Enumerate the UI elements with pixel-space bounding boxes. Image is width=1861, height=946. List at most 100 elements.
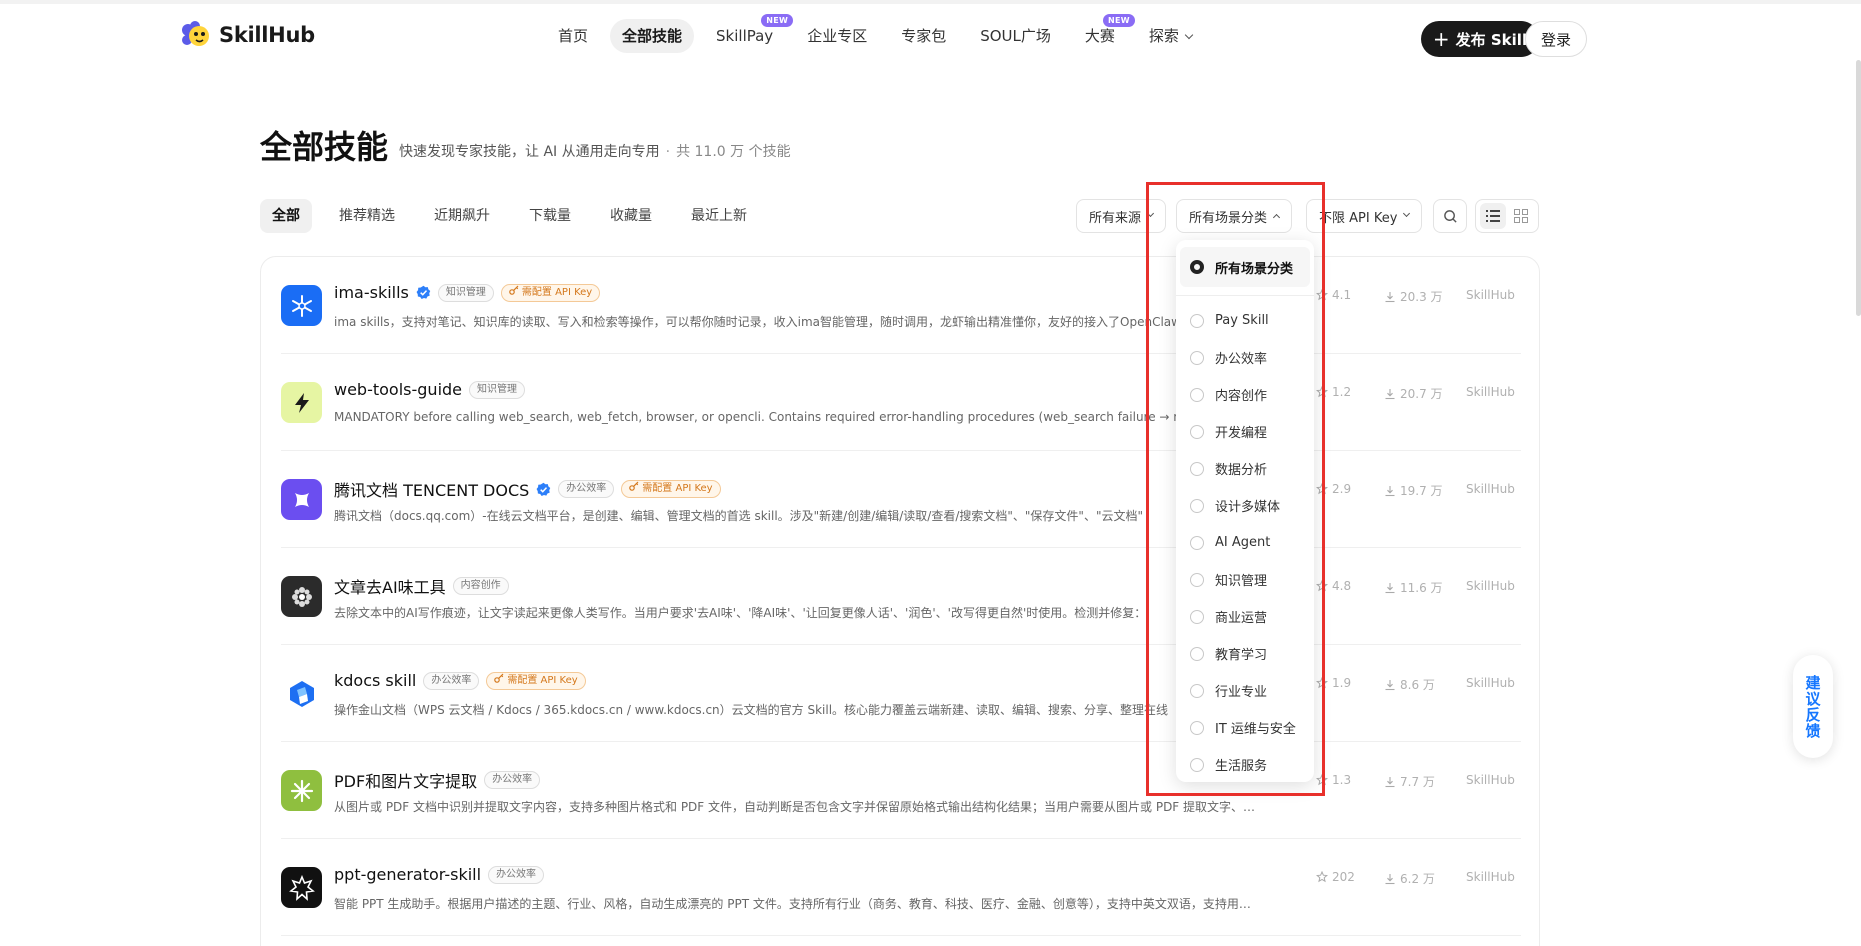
skill-name[interactable]: web-tools-guide [334, 380, 462, 399]
page-subtitle: 快速发现专家技能，让 AI 从通用走向专用 · 共 11.0 万 个技能 [399, 141, 791, 161]
download-icon [1385, 873, 1395, 884]
skill-row[interactable]: kdocs skill 办公效率 需配置 API Key 操作金山文档（WPS 云文档… [281, 645, 1521, 742]
grid-view-icon [1514, 209, 1528, 223]
category-tag: 办公效率 [488, 865, 545, 884]
flower-icon [281, 576, 322, 617]
api-key-tag: 需配置 API Key [486, 671, 586, 690]
skill-row[interactable]: ima-skills 知识管理 需配置 API Key ima skills，支持对笔… [281, 257, 1521, 354]
skill-name[interactable]: PDF和图片文字提取 [334, 768, 477, 792]
api-key-tag-label: 需配置 API Key [507, 674, 578, 686]
feedback-button[interactable]: 建议反馈 [1793, 655, 1833, 758]
download-count: 19.7 万 [1384, 482, 1443, 499]
nav-item-label: 探索 [1148, 27, 1179, 45]
brand-logo[interactable]: SkillHub [179, 18, 315, 52]
kdocs-icon [281, 673, 322, 714]
download-value: 7.7 万 [1400, 775, 1435, 789]
nav-item-label: SkillPay [716, 27, 774, 45]
skill-title-line: 腾讯文档 TENCENT DOCS 办公效率 需配置 API Key [334, 477, 721, 501]
nav-item[interactable]: 专家包 [889, 19, 958, 53]
skill-description: 从图片或 PDF 文档中识别并提取文字内容，支持多种图片格式和 PDF 文件，自… [334, 800, 1256, 814]
sort-tab[interactable]: 近期飙升 [422, 199, 502, 233]
list-view-button[interactable] [1480, 203, 1506, 229]
skill-title-line: web-tools-guide 知识管理 [334, 380, 526, 399]
download-value: 20.3 万 [1400, 290, 1443, 304]
download-value: 8.6 万 [1400, 678, 1435, 692]
grid-view-button[interactable] [1508, 203, 1534, 229]
login-button[interactable]: 登录 [1525, 21, 1587, 57]
download-icon [1385, 291, 1395, 302]
nav-item[interactable]: 大赛 NEW [1073, 14, 1135, 53]
skill-title-line: PDF和图片文字提取 办公效率 [334, 768, 541, 792]
skill-row[interactable]: web-tools-guide 知识管理 MANDATORY before call… [281, 354, 1521, 451]
download-icon [1385, 388, 1395, 399]
api-key-tag: 需配置 API Key [621, 480, 721, 498]
skill-title-line: kdocs skill 办公效率 需配置 API Key [334, 671, 586, 690]
star-value: 4.1 [1332, 288, 1352, 302]
source-label: SkillHub [1466, 482, 1515, 496]
sort-tab[interactable]: 推荐精选 [327, 199, 407, 233]
category-tag: 知识管理 [469, 380, 526, 399]
new-badge: NEW [761, 14, 794, 27]
nav-item[interactable]: 全部技能 [610, 19, 695, 53]
nav-item[interactable]: 首页 [546, 19, 600, 53]
nav-item-label: 首页 [558, 27, 589, 45]
star-count: 202 [1316, 870, 1355, 884]
api-key-tag-label: 需配置 API Key [521, 286, 593, 298]
nav-item-label: 企业专区 [807, 27, 868, 45]
nav-item[interactable]: 企业专区 [795, 19, 879, 53]
download-value: 11.6 万 [1400, 581, 1443, 595]
key-icon [629, 481, 639, 497]
skill-row[interactable]: ppt-generator-skill 办公效率 智能 PPT 生成助手。根据用户描… [281, 839, 1521, 936]
feedback-label: 建议反馈 [1803, 674, 1822, 739]
ima-icon [281, 285, 322, 326]
plus-icon: + [1432, 27, 1450, 51]
nav-item-label: 大赛 [1084, 27, 1115, 45]
sort-tab[interactable]: 最近上新 [679, 199, 759, 233]
nav-item[interactable]: 探索 [1137, 19, 1204, 53]
sort-tab[interactable]: 全部 [260, 199, 312, 233]
star-value: 4.8 [1332, 579, 1352, 593]
search-icon [1443, 209, 1457, 223]
skill-name[interactable]: ppt-generator-skill [334, 865, 481, 884]
skill-name[interactable]: ima-skills [334, 283, 409, 302]
nav-item[interactable]: SkillPay NEW [704, 14, 794, 53]
skill-title-line: ppt-generator-skill 办公效率 [334, 865, 545, 884]
api-key-filter-label: 不限 API Key [1319, 210, 1398, 226]
brand-name: SkillHub [219, 23, 315, 47]
source-filter-label: 所有来源 [1089, 210, 1142, 226]
category-tag: 办公效率 [423, 671, 480, 690]
download-count: 11.6 万 [1384, 579, 1443, 596]
verified-icon [416, 285, 431, 300]
skill-title-line: ima-skills 知识管理 需配置 API Key [334, 283, 601, 302]
skill-row[interactable]: PDF和图片文字提取 办公效率从图片或 PDF 文档中识别并提取文字内容，支持多种… [281, 742, 1521, 839]
skill-list: ima-skills 知识管理 需配置 API Key ima skills，支持对笔… [260, 256, 1540, 946]
skill-name[interactable]: 文章去AI味工具 [334, 574, 446, 598]
chevron-down-icon [1403, 209, 1411, 217]
lightning-icon [281, 382, 322, 423]
star-value: 202 [1332, 870, 1355, 884]
page-scrollbar[interactable] [1856, 60, 1861, 316]
nav-item[interactable]: SOUL广场 [968, 19, 1063, 53]
skill-row[interactable]: 文章去AI味工具 内容创作 去除文本中的AI写作痕迹，让文字读起来更像人类写作。当用… [281, 548, 1521, 645]
star-value: 2.9 [1332, 482, 1352, 496]
sort-tab[interactable]: 下载量 [517, 199, 583, 233]
key-icon [494, 673, 504, 689]
chevron-down-icon [1184, 30, 1194, 40]
download-count: 20.3 万 [1384, 288, 1443, 305]
verified-icon [536, 482, 551, 497]
download-value: 19.7 万 [1400, 484, 1443, 498]
source-label: SkillHub [1466, 385, 1515, 399]
skill-name[interactable]: 腾讯文档 TENCENT DOCS [334, 477, 529, 501]
top-nav: SkillHub 首页 全部技能 SkillPay NEW 企业专区 专家包 SOUL广场大… [0, 4, 1861, 66]
skillhub-logo-icon [179, 18, 213, 52]
search-button[interactable] [1433, 199, 1467, 233]
publish-skill-button[interactable]: + 发布 Skill [1421, 21, 1539, 57]
download-count: 7.7 万 [1384, 773, 1435, 790]
skill-name[interactable]: kdocs skill [334, 671, 416, 690]
publish-skill-label: 发布 Skill [1455, 30, 1528, 49]
skill-row[interactable]: 腾讯文档 TENCENT DOCS 办公效率 需配置 API Key 腾讯文档（doc… [281, 451, 1521, 548]
skill-title-line: 文章去AI味工具 内容创作 [334, 574, 509, 598]
sort-tab[interactable]: 收藏量 [598, 199, 664, 233]
download-icon [1385, 485, 1395, 496]
list-view-icon [1486, 210, 1500, 222]
